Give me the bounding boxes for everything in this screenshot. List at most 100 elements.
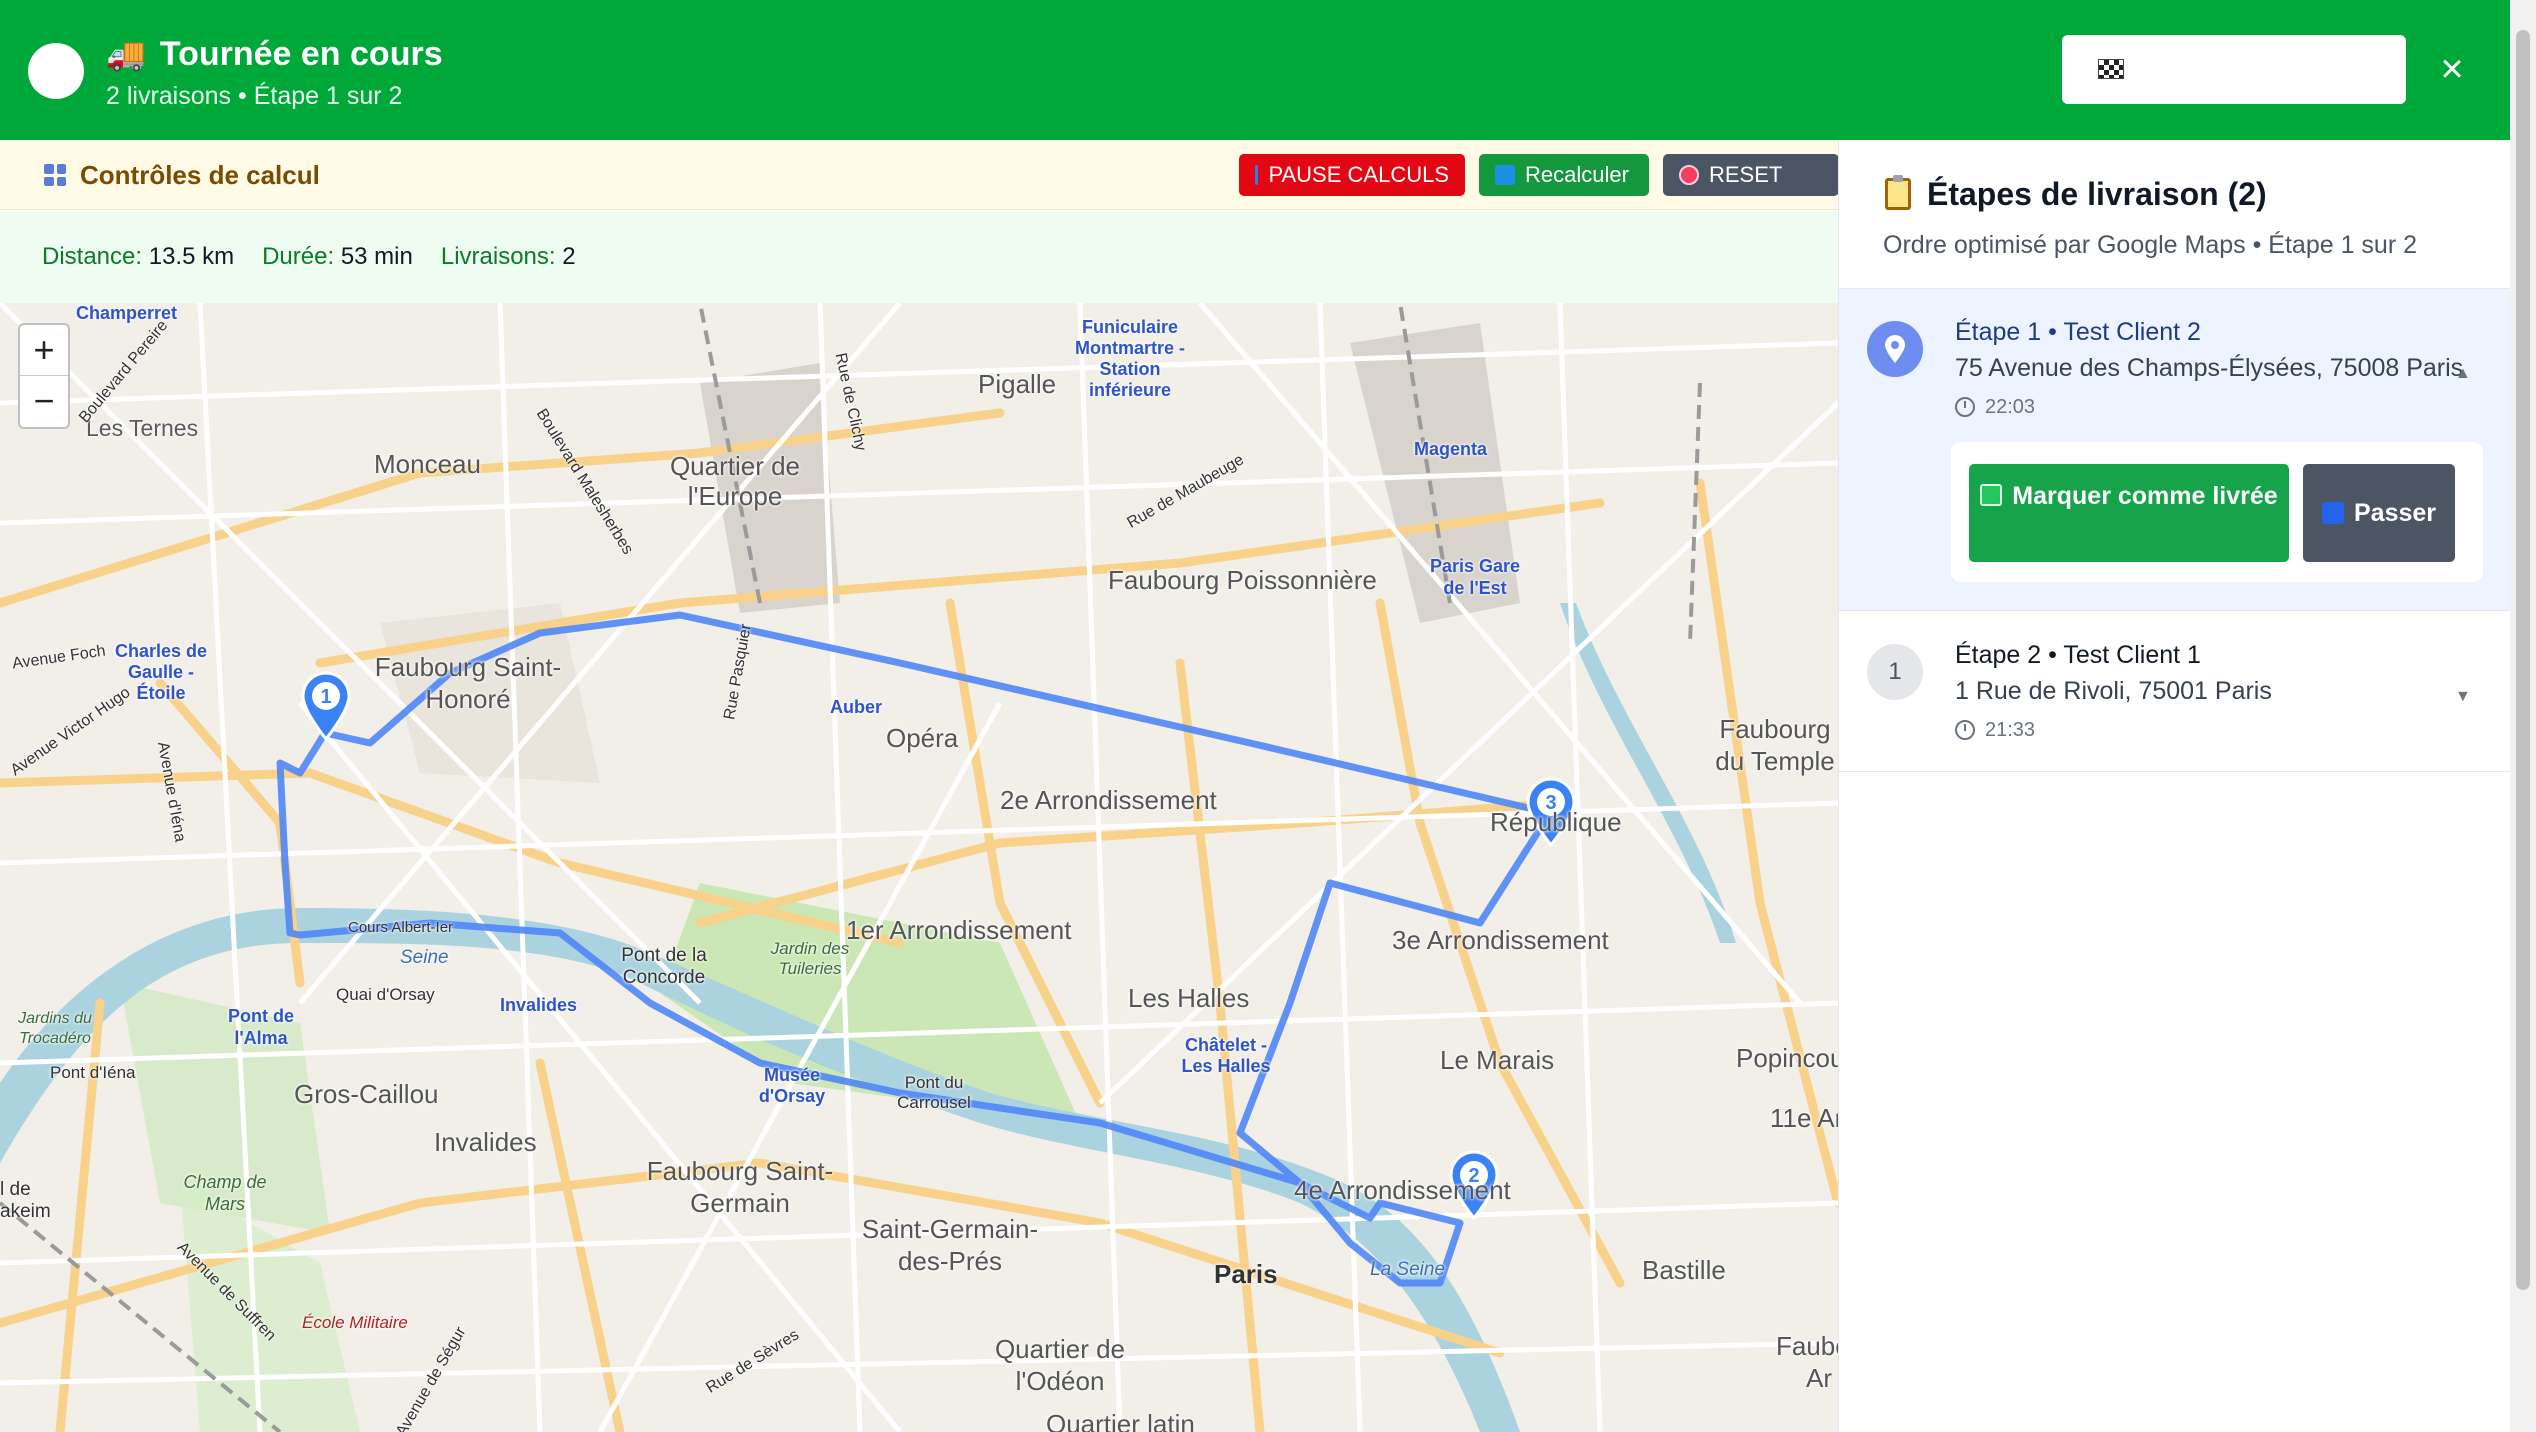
- map-label: Faubourg du Temple: [1715, 714, 1835, 776]
- map-label: Magenta: [1414, 439, 1488, 459]
- panel-title-text: Étapes de livraison (2): [1927, 176, 2267, 212]
- map-label: Popincourt: [1736, 1043, 1838, 1073]
- map-label: Auber: [830, 697, 883, 717]
- map-label: Pont du Carrousel: [897, 1073, 971, 1112]
- mark-delivered-label: Marquer comme livrée: [2012, 482, 2278, 510]
- map-label: Opéra: [886, 723, 959, 753]
- map-label: Faubo: [1776, 1331, 1838, 1361]
- stop-address: 1 Rue de Rivoli, 75001 Paris: [1955, 677, 2272, 705]
- chevron-up-icon[interactable]: ▲: [2455, 365, 2471, 383]
- skip-button[interactable]: Passer: [2303, 464, 2455, 562]
- map-label: Ar: [1806, 1363, 1832, 1393]
- stop-time: 21:33: [1955, 716, 2035, 744]
- map-label: Pigalle: [978, 369, 1057, 399]
- stop-title: Étape 1 • Test Client 2: [1955, 318, 2201, 346]
- map-label: Champ de Mars: [183, 1172, 267, 1214]
- duration-stat: Durée: 53 min: [262, 241, 413, 273]
- route-marker-1[interactable]: 1: [299, 671, 353, 741]
- mark-delivered-button[interactable]: Marquer comme livrée: [1969, 464, 2289, 562]
- map-label: Quartier de l'Odéon: [994, 1334, 1126, 1396]
- map-label: Pont de la Concorde: [621, 945, 707, 988]
- checkered-flag-icon: [2098, 59, 2124, 79]
- zoom-control: + −: [18, 323, 70, 429]
- map-label: Seine: [400, 947, 449, 968]
- recalculer-button[interactable]: Recalculer: [1479, 154, 1649, 196]
- map-label: École Militaire: [302, 1313, 408, 1332]
- map-label: Faubourg Saint-Honoré: [374, 652, 562, 714]
- map-label: Faubourg Poissonnière: [1108, 565, 1377, 595]
- map-label: Musée d'Orsay: [758, 1065, 826, 1106]
- distance-value: 13.5 km: [148, 243, 235, 270]
- map-label: Cours Albert-Ier: [348, 919, 454, 936]
- map-label: Monceau: [374, 449, 481, 479]
- truck-icon: 🚚: [106, 36, 146, 72]
- map-label: République: [1490, 807, 1622, 837]
- map-label: Jardins du Trocadéro: [18, 1010, 92, 1047]
- avatar: [28, 43, 84, 99]
- route-stats-bar: Distance: 13.5 km Durée: 53 min Livraiso…: [0, 211, 1838, 303]
- map-label: Pont d'Iéna: [50, 1063, 136, 1082]
- recalculer-label: Recalculer: [1525, 162, 1629, 187]
- map-label: Les Halles: [1128, 983, 1250, 1013]
- stop-time-value: 22:03: [1985, 396, 2036, 418]
- stop-number-badge: 1: [1867, 644, 1923, 700]
- clock-icon: [1955, 720, 1975, 740]
- check-icon: [1980, 484, 2003, 506]
- pause-icon: [1255, 165, 1259, 185]
- calc-controls-title: Contrôles de calcul: [44, 158, 320, 192]
- reset-label: RESET: [1709, 162, 1783, 187]
- map-label: Bastille: [1642, 1255, 1726, 1285]
- duration-label: Durée:: [262, 243, 335, 270]
- map-label: 3e Arrondissement: [1392, 925, 1609, 955]
- map-label: Pont de l'Alma: [228, 1006, 294, 1048]
- location-pin-icon: [1867, 321, 1923, 377]
- stop-item-2[interactable]: 1 Étape 2 • Test Client 1 1 Rue de Rivol…: [1839, 612, 2511, 772]
- deliveries-stat: Livraisons: 2: [441, 241, 576, 273]
- distance-label: Distance:: [42, 243, 143, 270]
- stop-actions: Marquer comme livrée Passer: [1951, 442, 2483, 582]
- app-header: 🚚 Tournée en cours 2 livraisons • Étape …: [0, 0, 2510, 140]
- map-label: l de: [0, 1179, 31, 1200]
- chevron-down-icon[interactable]: ▼: [2455, 688, 2471, 706]
- map-label: 11e Ar: [1770, 1103, 1838, 1133]
- stop-time: 22:03: [1955, 393, 2035, 421]
- red-circle-icon: [1679, 165, 1699, 185]
- map-label: Jardin des Tuileries: [770, 939, 850, 978]
- panel-title: Étapes de livraison (2): [1885, 172, 2267, 216]
- skip-label: Passer: [2353, 499, 2437, 527]
- scrollbar-thumb[interactable]: [2516, 30, 2530, 1290]
- calc-controls-label: Contrôles de calcul: [80, 160, 320, 190]
- map-label: Invalides: [500, 995, 578, 1015]
- map-label: Paris Gare de l'Est: [1429, 556, 1521, 598]
- fast-forward-icon: [2321, 502, 2344, 524]
- duration-value: 53 min: [340, 243, 413, 270]
- page-scrollbar[interactable]: [2510, 0, 2536, 1432]
- deliveries-value: 2: [562, 243, 576, 270]
- map-label: Quartier de l'Europe: [669, 451, 801, 511]
- stop-item-1[interactable]: Étape 1 • Test Client 2 75 Avenue des Ch…: [1839, 289, 2511, 611]
- map-label: Invalides: [434, 1127, 537, 1157]
- map-label: Châtelet - Les Halles: [1181, 1035, 1271, 1076]
- map-label: Les Ternes: [86, 415, 199, 441]
- destination-field[interactable]: [2062, 35, 2406, 104]
- map-label: akeim: [0, 1201, 51, 1222]
- zoom-in-button[interactable]: +: [20, 325, 68, 376]
- close-button[interactable]: ×: [2432, 46, 2472, 92]
- clipboard-icon: [1885, 175, 1911, 210]
- route-map[interactable]: 1 2 3 Champerret Les Ternes Monceau Quar…: [0, 303, 1838, 1432]
- map-label: Quartier latin: [1046, 1409, 1195, 1432]
- map-label: Paris: [1214, 1259, 1278, 1289]
- pause-calculs-button[interactable]: PAUSE CALCULS: [1239, 154, 1465, 196]
- page-subtitle: 2 livraisons • Étape 1 sur 2: [106, 82, 403, 110]
- delivery-steps-panel: Étapes de livraison (2) Ordre optimisé p…: [1838, 140, 2511, 1432]
- pause-calculs-label: PAUSE CALCULS: [1268, 162, 1449, 187]
- reset-button[interactable]: RESET: [1663, 154, 1839, 196]
- zoom-out-button[interactable]: −: [20, 376, 68, 427]
- stop-time-value: 21:33: [1985, 719, 2036, 741]
- map-label: 2e Arrondissement: [1000, 785, 1217, 815]
- map-label: Gros-Caillou: [294, 1079, 439, 1109]
- map-label: La Seine: [1370, 1259, 1446, 1280]
- map-label: Faubourg Saint-Germain: [646, 1156, 834, 1218]
- map-label: 1er Arrondissement: [846, 915, 1072, 945]
- panel-subtitle: Ordre optimisé par Google Maps • Étape 1…: [1883, 231, 2418, 259]
